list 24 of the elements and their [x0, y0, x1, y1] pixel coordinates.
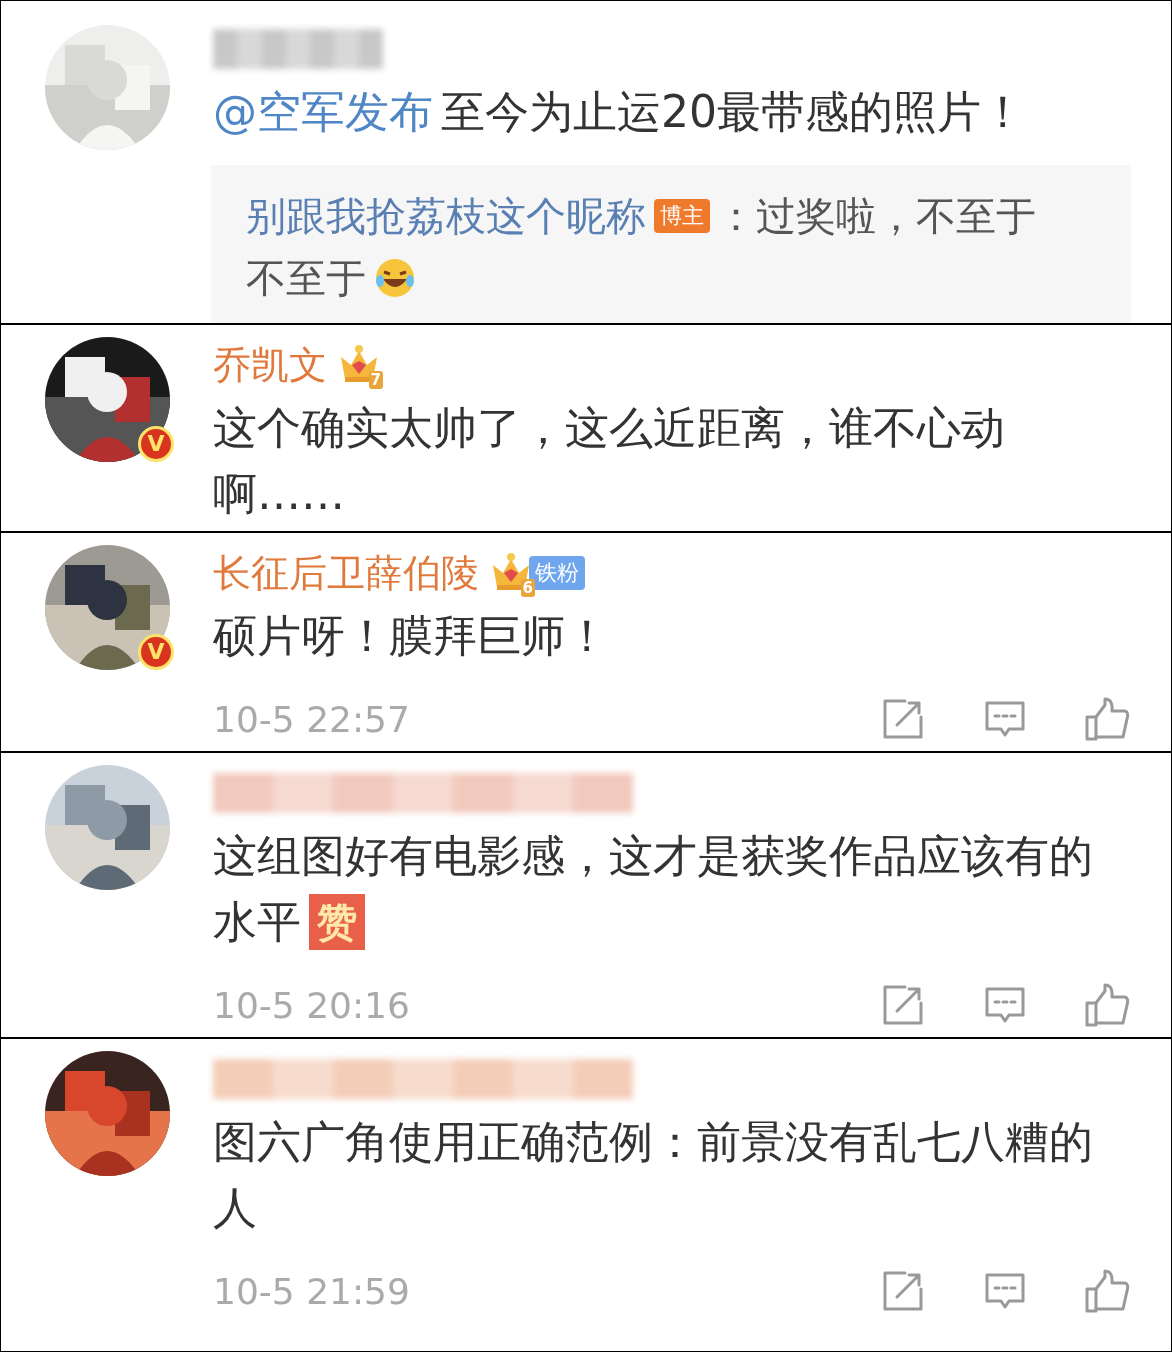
comment-text: 图六广角使用正确范例：前景没有乱七八糟的	[213, 1115, 1093, 1169]
like-icon[interactable]	[1083, 695, 1131, 743]
timestamp: 10-5 20:16	[213, 984, 411, 1026]
verified-badge: V	[138, 634, 174, 670]
like-icon[interactable]	[1083, 981, 1131, 1029]
comment-text: 硕片呀！膜拜巨师！	[213, 609, 609, 663]
timestamp: 10-5 21:59	[213, 1270, 411, 1312]
mention-link[interactable]: @空军发布	[213, 79, 433, 145]
reply-text: ：过奖啦，不至于	[716, 192, 1036, 241]
username[interactable]: 乔凯文	[213, 339, 327, 391]
blogger-tag: 博主	[654, 199, 710, 233]
comment-text: 这个确实太帅了，这么近距离，谁不心动	[213, 401, 1005, 455]
like-icon[interactable]	[1083, 1267, 1131, 1315]
timestamp: 10-5 22:57	[213, 698, 411, 740]
comment-text: 至今为止运20最带感的照片！	[441, 85, 1025, 139]
verified-badge: V	[138, 426, 174, 462]
comment-text: 啊……	[213, 467, 345, 521]
comment-text: 人	[213, 1181, 257, 1235]
username[interactable]: 长征后卫薛伯陵	[213, 547, 479, 599]
sticker: 赞	[309, 894, 365, 950]
comment-text: 这组图好有电影感，这才是获奖作品应该有的	[213, 829, 1093, 883]
reply-text: 不至于	[246, 254, 366, 303]
reply-author[interactable]: 别跟我抢荔枝这个昵称	[246, 185, 646, 247]
comment-text: 水平	[213, 895, 301, 949]
